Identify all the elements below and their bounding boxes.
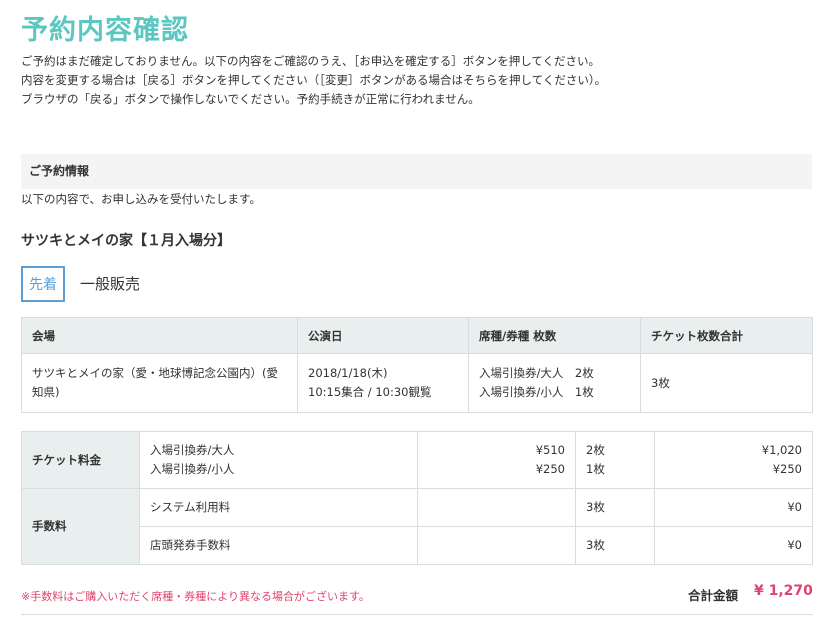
unit-price-cell: ¥510 ¥250	[417, 431, 576, 489]
fee-system-name: システム利用料	[139, 488, 418, 527]
fee-row-system: 手数料 システム利用料 3枚 ¥0	[21, 488, 813, 565]
ticket-items-cell: 入場引換券/大人 入場引換券/小人	[139, 431, 418, 489]
reservation-info-table: 会場 公演日 席種/券種 枚数 チケット枚数合計 サツキとメイの家（愛・地球博記…	[21, 317, 813, 413]
ticket-adult: 入場引換券/大人 2枚	[479, 366, 594, 380]
table-row: サツキとメイの家（愛・地球博記念公園内）(愛 知県) 2018/1/18(木) …	[21, 353, 813, 413]
table-header-row: 会場 公演日 席種/券種 枚数 チケット枚数合計	[21, 317, 813, 354]
reservation-section-header: ご予約情報	[21, 154, 812, 189]
fee-label: 手数料	[21, 488, 140, 565]
total-count-cell: 3枚	[640, 353, 813, 413]
bottom-divider	[21, 614, 813, 615]
subtotal-cell: ¥1,020 ¥250	[654, 431, 813, 489]
subtotal-child: ¥250	[772, 462, 802, 476]
venue-cell: サツキとメイの家（愛・地球博記念公園内）(愛 知県)	[21, 353, 298, 413]
tickets-cell: 入場引換券/大人 2枚 入場引換券/小人 1枚	[468, 353, 641, 413]
total-amount-label: 合計金額	[688, 588, 739, 603]
fee-store-name: 店頭発券手数料	[139, 526, 418, 565]
reservation-section-subtext: 以下の内容で、お申し込みを受付いたします。	[21, 192, 261, 206]
intro-line-1: ご予約はまだ確定しておりません。以下の内容をご確認のうえ、［お申込を確定する］ボ…	[21, 54, 601, 68]
header-ticket-type: 席種/券種 枚数	[468, 317, 641, 354]
event-title: サツキとメイの家【１月入場分】	[21, 233, 231, 249]
venue-line-2: 知県)	[32, 385, 60, 399]
header-date: 公演日	[297, 317, 469, 354]
price-table: チケット料金 入場引換券/大人 入場引換券/小人 ¥510 ¥250 2枚 1枚…	[21, 431, 813, 565]
intro-line-2: 内容を変更する場合は［戻る］ボタンを押してください（［変更］ボタンがある場合はそ…	[21, 73, 607, 87]
fee-row-store: 店頭発券手数料 3枚 ¥0	[22, 526, 813, 565]
venue-line-1: サツキとメイの家（愛・地球博記念公園内）(愛	[32, 366, 278, 380]
ticket-item-adult: 入場引換券/大人	[150, 443, 235, 457]
general-sale-label: 一般販売	[80, 275, 141, 293]
ticket-price-row: チケット料金 入場引換券/大人 入場引換券/小人 ¥510 ¥250 2枚 1枚…	[21, 431, 813, 489]
ticket-item-child: 入場引換券/小人	[150, 462, 235, 476]
unit-price-adult: ¥510	[535, 443, 565, 457]
ticket-child: 入場引換券/小人 1枚	[479, 385, 594, 399]
ticket-price-label: チケット料金	[21, 431, 140, 489]
header-ticket-total: チケット枚数合計	[640, 317, 813, 354]
fee-system-amount: ¥0	[654, 488, 813, 527]
page-title: 予約内容確認	[21, 15, 189, 46]
qty-adult: 2枚	[586, 443, 605, 457]
fee-system-qty: 3枚	[575, 488, 655, 527]
fee-system-unit	[417, 488, 576, 527]
first-come-badge: 先着	[21, 266, 65, 302]
fee-store-qty: 3枚	[575, 526, 655, 565]
fee-store-unit	[417, 526, 576, 565]
performance-time: 10:15集合 / 10:30観覧	[308, 385, 432, 399]
unit-price-child: ¥250	[535, 462, 565, 476]
intro-text: ご予約はまだ確定しておりません。以下の内容をご確認のうえ、［お申込を確定する］ボ…	[21, 52, 606, 109]
performance-date: 2018/1/18(木)	[308, 366, 388, 380]
qty-child: 1枚	[586, 462, 605, 476]
total-amount-value: ¥ 1,270	[754, 583, 813, 599]
subtotal-adult: ¥1,020	[761, 443, 802, 457]
date-cell: 2018/1/18(木) 10:15集合 / 10:30観覧	[297, 353, 469, 413]
header-venue: 会場	[21, 317, 298, 354]
fee-store-amount: ¥0	[654, 526, 813, 565]
qty-cell: 2枚 1枚	[575, 431, 655, 489]
intro-line-3: ブラウザの「戻る」ボタンで操作しないでください。予約手続きが正常に行われません。	[21, 92, 480, 106]
fee-note: ※手数料はご購入いただく席種・券種により異なる場合がございます。	[21, 590, 370, 603]
